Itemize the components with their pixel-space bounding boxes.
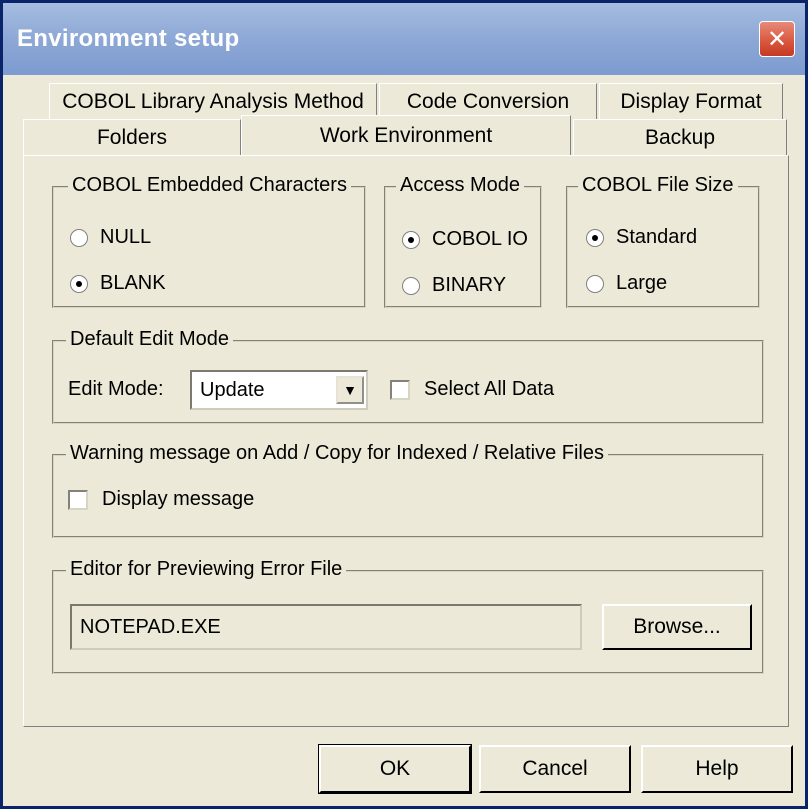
radio-cobol-io[interactable]: COBOL IO xyxy=(402,228,528,251)
tab-label: COBOL Library Analysis Method xyxy=(62,89,364,113)
checkbox-icon xyxy=(390,379,410,400)
checkbox-label: Select All Data xyxy=(424,378,555,400)
radio-label: BINARY xyxy=(432,274,507,296)
file-size-label: COBOL File Size xyxy=(578,174,738,197)
access-mode-group: Access Mode COBOL IO BINARY xyxy=(384,174,542,308)
browse-button[interactable]: Browse... xyxy=(602,604,752,650)
embedded-characters-label: COBOL Embedded Characters xyxy=(68,174,351,197)
help-label: Help xyxy=(695,757,739,780)
close-button[interactable]: ✕ xyxy=(759,21,795,57)
radio-selected-icon xyxy=(70,274,88,293)
radio-binary[interactable]: BINARY xyxy=(402,274,506,297)
access-mode-label: Access Mode xyxy=(396,174,525,197)
warning-message-label: Warning message on Add / Copy for Indexe… xyxy=(66,442,608,465)
radio-label: NULL xyxy=(100,226,152,248)
radio-label: Standard xyxy=(616,226,698,248)
radio-label: COBOL IO xyxy=(432,228,528,250)
close-icon: ✕ xyxy=(766,25,788,53)
cancel-label: Cancel xyxy=(522,757,588,780)
editor-preview-group: Editor for Previewing Error File NOTEPAD… xyxy=(52,558,764,674)
radio-standard[interactable]: Standard xyxy=(586,226,697,249)
radio-icon xyxy=(586,274,604,293)
embedded-characters-group: COBOL Embedded Characters NULL BLANK xyxy=(52,174,366,308)
warning-message-group: Warning message on Add / Copy for Indexe… xyxy=(52,442,764,538)
default-edit-mode-group: Default Edit Mode Edit Mode: Update ▼ Se… xyxy=(52,328,764,424)
edit-mode-label: Edit Mode: xyxy=(68,378,164,400)
help-button[interactable]: Help xyxy=(641,745,793,793)
radio-icon xyxy=(70,228,88,247)
tab-folders[interactable]: Folders xyxy=(23,119,241,155)
tab-label: Code Conversion xyxy=(406,89,570,113)
radio-label: Large xyxy=(616,272,668,294)
tab-label: Work Environment xyxy=(319,123,493,147)
radio-large[interactable]: Large xyxy=(586,272,667,295)
tab-label: Backup xyxy=(644,125,716,149)
tab-label: Folders xyxy=(96,125,168,149)
ok-button[interactable]: OK xyxy=(318,744,472,794)
display-message-checkbox[interactable]: Display message xyxy=(68,488,254,511)
radio-icon xyxy=(402,276,420,295)
select-all-data-checkbox[interactable]: Select All Data xyxy=(390,378,554,401)
editor-path-field[interactable]: NOTEPAD.EXE xyxy=(70,604,582,650)
file-size-group: COBOL File Size Standard Large xyxy=(566,174,760,308)
tab-display-format[interactable]: Display Format xyxy=(599,83,783,119)
radio-blank[interactable]: BLANK xyxy=(70,272,166,295)
radio-selected-icon xyxy=(586,228,604,247)
default-edit-mode-label: Default Edit Mode xyxy=(66,328,233,351)
chevron-down-icon[interactable]: ▼ xyxy=(336,376,364,404)
tab-cobol-library-analysis-method[interactable]: COBOL Library Analysis Method xyxy=(49,83,377,119)
checkbox-icon xyxy=(68,489,88,510)
editor-preview-label: Editor for Previewing Error File xyxy=(66,558,347,581)
checkbox-label: Display message xyxy=(102,488,255,510)
environment-setup-dialog: Environment setup ✕ COBOL Library Analys… xyxy=(0,0,808,809)
work-environment-panel: COBOL Embedded Characters NULL BLANK Acc… xyxy=(23,155,789,727)
editor-path-value: NOTEPAD.EXE xyxy=(80,615,221,638)
tab-label: Display Format xyxy=(620,89,762,113)
radio-label: BLANK xyxy=(100,272,166,294)
tab-work-environment[interactable]: Work Environment xyxy=(241,115,571,155)
tab-backup[interactable]: Backup xyxy=(573,119,787,155)
radio-null[interactable]: NULL xyxy=(70,226,151,249)
title-bar[interactable]: Environment setup ✕ xyxy=(3,3,805,75)
tab-code-conversion[interactable]: Code Conversion xyxy=(379,83,597,119)
ok-label: OK xyxy=(379,757,411,780)
cancel-button[interactable]: Cancel xyxy=(479,745,631,793)
window-title: Environment setup xyxy=(17,25,240,52)
radio-selected-icon xyxy=(402,230,420,249)
browse-label: Browse... xyxy=(633,615,721,638)
edit-mode-select[interactable]: Update ▼ xyxy=(190,370,368,410)
edit-mode-value: Update xyxy=(200,378,265,401)
